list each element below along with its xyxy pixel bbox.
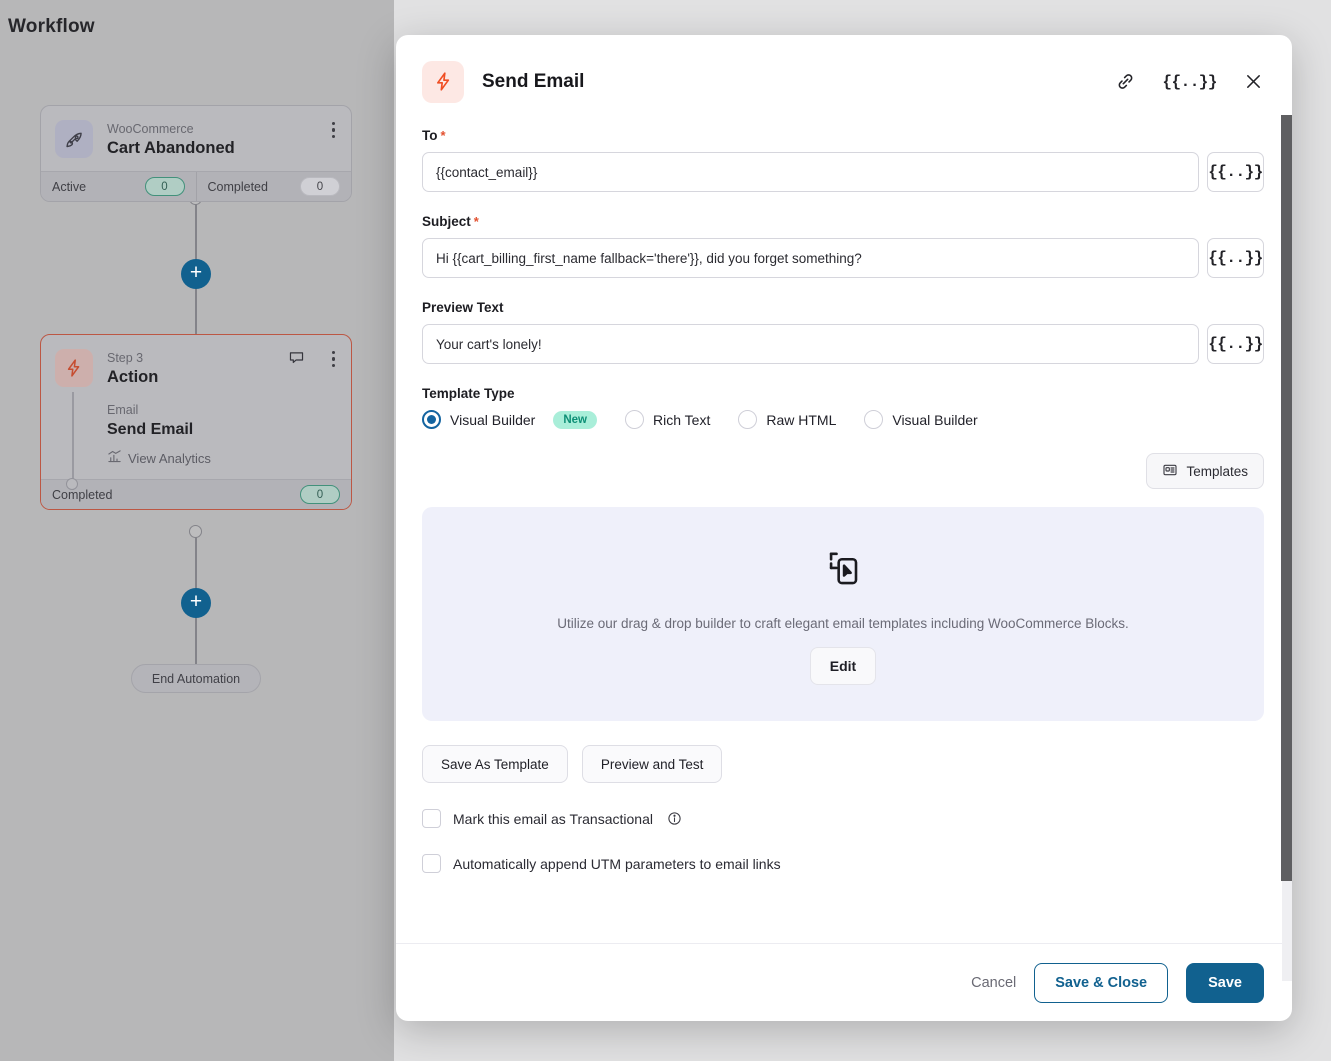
secondary-button-row: Save As Template Preview and Test [422,745,1264,783]
new-badge: New [553,410,598,429]
utm-checkbox-label: Automatically append UTM parameters to e… [453,855,781,872]
utm-checkbox[interactable] [422,854,441,873]
modal-body: To * {{contact_email}} {{..}} Subject * Hi… [396,128,1292,943]
field-preview-text-row: Your cart's lonely! {{..}} [422,324,1264,364]
subject-input[interactable]: Hi {{cart_billing_first_name fallback='t… [422,238,1199,278]
transactional-checkbox[interactable] [422,809,441,828]
field-to-label: To * [422,128,1264,143]
templates-button-label: Templates [1186,463,1248,479]
templates-button[interactable]: Templates [1146,453,1264,489]
field-preview-text: Preview Text Your cart's lonely! {{..}} [422,300,1264,364]
subject-merge-tag-button[interactable]: {{..}} [1207,238,1264,278]
add-step-plus-glyph-2: + [189,590,203,613]
transactional-checkbox-label: Mark this email as Transactional [453,810,653,827]
radio-visual-builder-label: Visual Builder [892,411,978,428]
link-icon[interactable] [1115,71,1136,92]
radio-rich-text[interactable]: Rich Text [625,410,710,429]
drag-drop-icon [817,543,869,600]
radio-rich-text-label: Rich Text [653,411,711,428]
template-type-label: Template Type [422,386,515,401]
field-subject-required-mark: * [473,214,479,229]
preview-text-merge-tag-button[interactable]: {{..}} [1207,324,1264,364]
field-subject-label-text: Subject [422,214,471,229]
templates-row: Templates [422,453,1264,489]
visual-builder-panel: Utilize our drag & drop builder to craft… [422,507,1264,721]
modal-header: Send Email {{..}} [396,35,1292,128]
field-subject: Subject * Hi {{cart_billing_first_name fa… [422,214,1264,278]
field-to-required-mark: * [440,128,446,143]
radio-visual-builder-new-input[interactable] [422,410,441,429]
modal-footer: Cancel Save & Close Save [396,943,1292,1021]
builder-description: Utilize our drag & drop builder to craft… [557,616,1129,631]
to-input[interactable]: {{contact_email}} [422,152,1199,192]
send-email-bolt-icon [422,60,464,103]
save-as-template-button[interactable]: Save As Template [422,745,568,783]
radio-raw-html-input[interactable] [738,410,758,429]
field-to-row: {{contact_email}} {{..}} [422,152,1264,192]
radio-raw-html[interactable]: Raw HTML [738,410,836,429]
save-button[interactable]: Save [1186,962,1264,1003]
template-type-radio-group: Visual Builder New Rich Text Raw HTML Vi… [422,410,1264,429]
modal-title: Send Email [482,70,585,92]
checkbox-utm-row: Automatically append UTM parameters to e… [422,854,1264,873]
field-to-label-text: To [422,128,438,143]
add-step-plus-glyph-1: + [189,261,203,284]
to-merge-tag-button[interactable]: {{..}} [1207,152,1264,192]
info-icon[interactable] [667,811,682,826]
radio-visual-builder-new[interactable]: Visual Builder New [422,410,598,429]
close-icon[interactable] [1243,71,1264,92]
radio-visual-builder-input[interactable] [864,410,884,429]
preview-text-input[interactable]: Your cart's lonely! [422,324,1199,364]
checkbox-transactional-row: Mark this email as Transactional [422,809,1264,828]
field-template-type: Template Type Visual Builder New Rich Te… [422,386,1264,429]
field-subject-row: Hi {{cart_billing_first_name fallback='t… [422,238,1264,278]
radio-rich-text-input[interactable] [625,410,645,429]
add-step-button-1[interactable]: + [181,259,211,289]
template-grid-icon [1162,462,1178,481]
send-email-modal: Send Email {{..}} To * {{contact_email}}… [396,35,1292,1021]
add-step-button-2[interactable]: + [181,588,211,618]
cancel-button[interactable]: Cancel [971,975,1016,991]
edit-template-button[interactable]: Edit [810,647,876,685]
merge-tag-icon[interactable]: {{..}} [1162,73,1217,91]
field-to: To * {{contact_email}} {{..}} [422,128,1264,192]
preview-and-test-button[interactable]: Preview and Test [581,745,723,783]
radio-visual-builder-new-label: Visual Builder [450,411,536,428]
field-subject-label: Subject * [422,214,1264,229]
radio-raw-html-label: Raw HTML [766,411,837,428]
radio-visual-builder[interactable]: Visual Builder [864,410,978,429]
field-preview-text-label: Preview Text [422,300,504,315]
modal-scrollbar-thumb[interactable] [1281,115,1292,881]
save-and-close-button[interactable]: Save & Close [1034,962,1169,1003]
modal-header-actions: {{..}} [1115,71,1264,92]
